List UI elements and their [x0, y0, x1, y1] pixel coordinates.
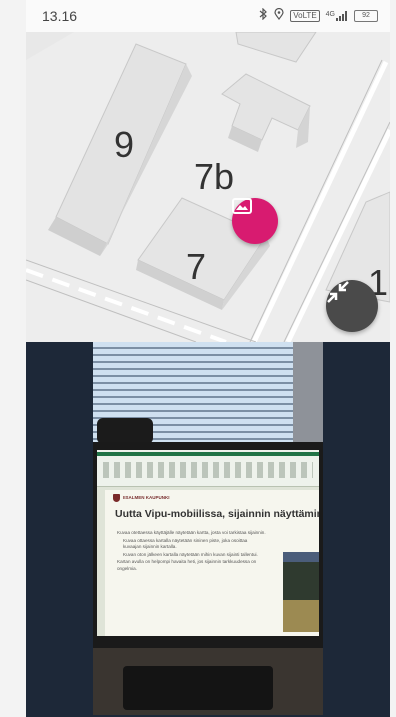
keyboard [123, 666, 273, 710]
monitor: IISALMEN KAUPUNKI Uutta Vipu-mobiilissa,… [93, 442, 323, 648]
network-type: 4G [325, 10, 335, 18]
slide-phone-image [283, 552, 319, 632]
volte-icon: VoLTE [290, 9, 320, 22]
presentation-slide: IISALMEN KAUPUNKI Uutta Vipu-mobiilissa,… [105, 490, 319, 636]
building-label-9: 9 [114, 124, 135, 165]
desk [93, 648, 323, 715]
slide-bullet: Kuvaa ottaessa kartalla näytetään sinine… [123, 537, 248, 550]
status-time: 13.16 [42, 8, 78, 24]
slide-phone-header [283, 552, 319, 562]
location-icon [274, 7, 284, 23]
signal-icon: 4G [325, 10, 348, 21]
app-ribbon [97, 450, 319, 487]
bluetooth-icon [259, 7, 268, 23]
status-bar: 13.16 VoLTE 4G 92 [26, 0, 390, 32]
slide-org: IISALMEN KAUPUNKI [123, 495, 170, 500]
phone-screen: 13.16 VoLTE 4G 92 9 7b 7 1 IISALMEN KAUP… [26, 0, 390, 717]
webcam [97, 418, 153, 444]
building-label-7: 7 [186, 246, 207, 287]
monitor-screen: IISALMEN KAUPUNKI Uutta Vipu-mobiilissa,… [97, 450, 319, 636]
ribbon-bar [97, 452, 319, 456]
slide-title: Uutta Vipu-mobiilissa, sijainnin näyttäm… [115, 508, 319, 520]
building-label-7b: 7b [194, 156, 235, 197]
map-view[interactable]: 9 7b 7 1 [26, 32, 390, 342]
ribbon-icons [103, 462, 313, 478]
status-icons: VoLTE 4G 92 [259, 7, 378, 23]
photo-location-marker[interactable] [232, 198, 278, 244]
slide-bullet: Kartan avulla on helpompi havaita heti, … [117, 559, 257, 571]
slide-phone-photo [283, 600, 319, 632]
battery-icon: 92 [354, 9, 378, 22]
slide-bullet: Kuvaa otettaessa käyttäjälle näytetään k… [117, 530, 266, 535]
slide-bullet: Kuvan oton jälkeen kartalla näytetään mi… [123, 551, 258, 557]
photo-viewer: IISALMEN KAUPUNKI Uutta Vipu-mobiilissa,… [26, 342, 390, 717]
slide-bullets: Kuvaa otettaessa käyttäjälle näytetään k… [117, 530, 267, 573]
wall [293, 342, 323, 442]
city-logo [113, 494, 120, 502]
collapse-map-button[interactable] [326, 280, 378, 332]
captured-photo[interactable]: IISALMEN KAUPUNKI Uutta Vipu-mobiilissa,… [93, 342, 323, 715]
